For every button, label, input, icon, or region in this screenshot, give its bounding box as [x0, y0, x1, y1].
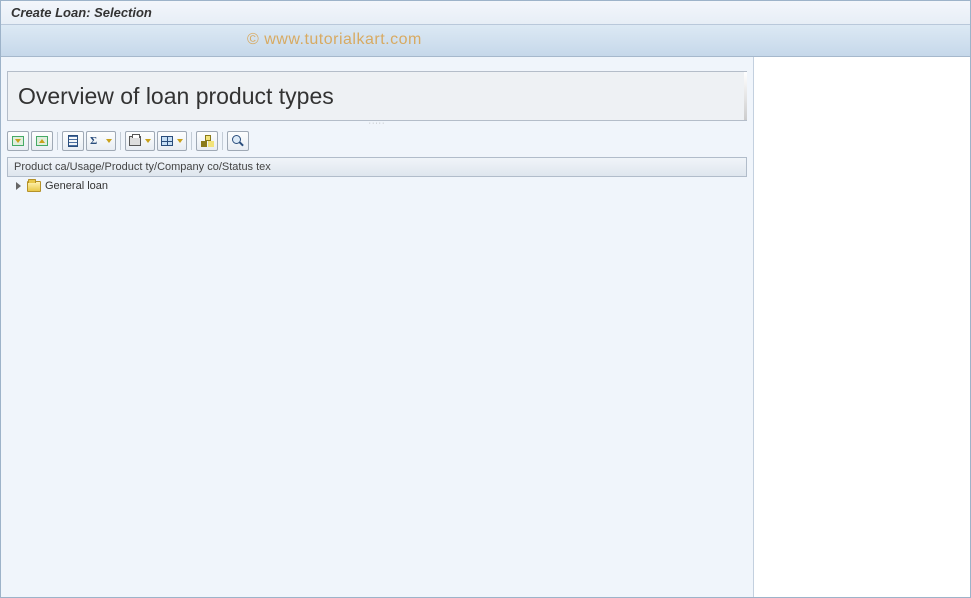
sigma-icon: Σ: [90, 135, 97, 147]
main-pane: Overview of loan product types ····· Σ P…: [1, 57, 754, 597]
folder-icon: [27, 181, 41, 192]
magnifier-icon: [232, 135, 244, 147]
sum-button[interactable]: Σ: [86, 131, 116, 151]
window-title: Create Loan: Selection: [11, 5, 152, 20]
toolbar-separator: [222, 132, 223, 150]
find-button[interactable]: [227, 131, 249, 151]
expand-all-button[interactable]: [7, 131, 29, 151]
page-heading: Overview of loan product types: [18, 83, 334, 110]
layout-button[interactable]: [157, 131, 187, 151]
tree-item-label: General loan: [45, 180, 108, 192]
print-icon: [129, 136, 141, 146]
hierarchy-button[interactable]: [196, 131, 218, 151]
toolbar-separator: [57, 132, 58, 150]
print-button[interactable]: [125, 131, 155, 151]
toolbar-separator: [120, 132, 121, 150]
column-header-text: Product ca/Usage/Product ty/Company co/S…: [14, 161, 271, 173]
title-bar: Create Loan: Selection: [1, 1, 970, 25]
toolbar-separator: [191, 132, 192, 150]
alv-toolbar: Σ: [7, 129, 747, 153]
resize-grip[interactable]: ·····: [1, 121, 753, 125]
hierarchy-icon: [201, 135, 213, 147]
collapse-all-button[interactable]: [31, 131, 53, 151]
spacer: [1, 57, 753, 71]
content-area: Overview of loan product types ····· Σ P…: [1, 57, 970, 597]
column-config-button[interactable]: [62, 131, 84, 151]
tree-item[interactable]: General loan: [7, 177, 747, 195]
column-config-icon: [68, 135, 78, 147]
app-window: Create Loan: Selection © www.tutorialkar…: [0, 0, 971, 598]
grid-icon: [161, 136, 173, 146]
expand-all-icon: [12, 136, 24, 146]
expand-arrow-icon[interactable]: [16, 182, 21, 190]
watermark-text: © www.tutorialkart.com: [247, 31, 422, 49]
heading-box: Overview of loan product types: [7, 71, 747, 121]
menu-bar: © www.tutorialkart.com: [1, 25, 970, 57]
tree-column-header[interactable]: Product ca/Usage/Product ty/Company co/S…: [7, 157, 747, 177]
right-pane: [754, 57, 970, 597]
collapse-all-icon: [36, 136, 48, 146]
